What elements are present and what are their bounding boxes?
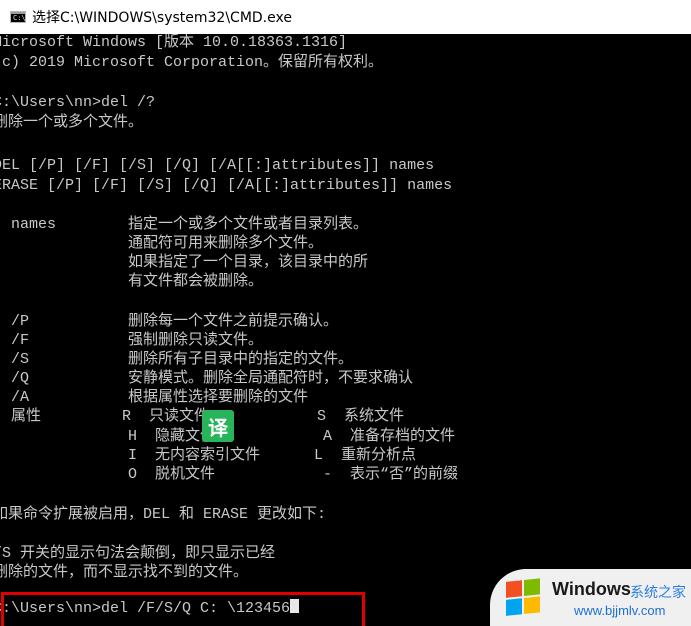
console-line: ERASE [/P] [/F] [/S] [/Q] [/A[[:]attribu…	[0, 177, 453, 194]
cmd-window: C:\ 选择C:\WINDOWS\system32\CMD.exe Micros…	[0, 0, 691, 626]
console-line: I 无内容索引文件 L 重新分析点	[0, 447, 417, 464]
console-output[interactable]: Microsoft Windows [版本 10.0.18363.1316] (c…	[0, 34, 691, 626]
watermark: Windows 系统之家 www.bjjmlv.com	[490, 569, 691, 626]
command-highlight-box	[1, 592, 365, 626]
console-line: (c) 2019 Microsoft Corporation。保留所有权利。	[0, 54, 384, 71]
console-line: /S 开关的显示句法会颠倒，即只显示已经	[0, 545, 276, 562]
watermark-url: www.bjjmlv.com	[574, 603, 666, 618]
console-line: /S 删除所有子目录中的指定的文件。	[0, 351, 354, 368]
cmd-icon-glyph: C:\	[13, 14, 26, 22]
cmd-icon: C:\	[10, 11, 26, 23]
console-line: /Q 安静模式。删除全局通配符时，不要求确认	[0, 370, 414, 387]
translate-badge-label: 译	[208, 415, 228, 440]
console-line: /F 强制删除只读文件。	[0, 332, 264, 349]
watermark-tagline: 系统之家	[630, 585, 686, 601]
console-line: names 指定一个或多个文件或者目录列表。	[0, 216, 369, 233]
window-title: 选择C:\WINDOWS\system32\CMD.exe	[32, 10, 292, 26]
title-bar[interactable]: C:\ 选择C:\WINDOWS\system32\CMD.exe	[0, 0, 691, 34]
console-line: 有文件都会被删除。	[0, 273, 264, 290]
console-line: DEL [/P] [/F] [/S] [/Q] [/A[[:]attribute…	[0, 157, 435, 174]
console-line: 如果命令扩展被启用，DEL 和 ERASE 更改如下:	[0, 506, 327, 523]
console-line: 删除一个或多个文件。	[0, 114, 144, 131]
windows-logo-icon	[506, 578, 542, 618]
console-line: 如果指定了一个目录，该目录中的所	[0, 254, 369, 271]
console-line: /P 删除每一个文件之前提示确认。	[0, 313, 339, 330]
translate-icon[interactable]: 译	[202, 410, 234, 442]
console-line: /A 根据属性选择要删除的文件	[0, 389, 309, 406]
console-line: C:\Users\nn>del /?	[0, 94, 156, 111]
console-line: 通配符可用来删除多个文件。	[0, 235, 324, 252]
console-line: Microsoft Windows [版本 10.0.18363.1316]	[0, 34, 348, 51]
console-line: O 脱机文件 - 表示“否”的前缀	[0, 466, 459, 483]
watermark-brand: Windows	[552, 579, 631, 599]
console-line: 删除的文件，而不显示找不到的文件。	[0, 564, 249, 581]
